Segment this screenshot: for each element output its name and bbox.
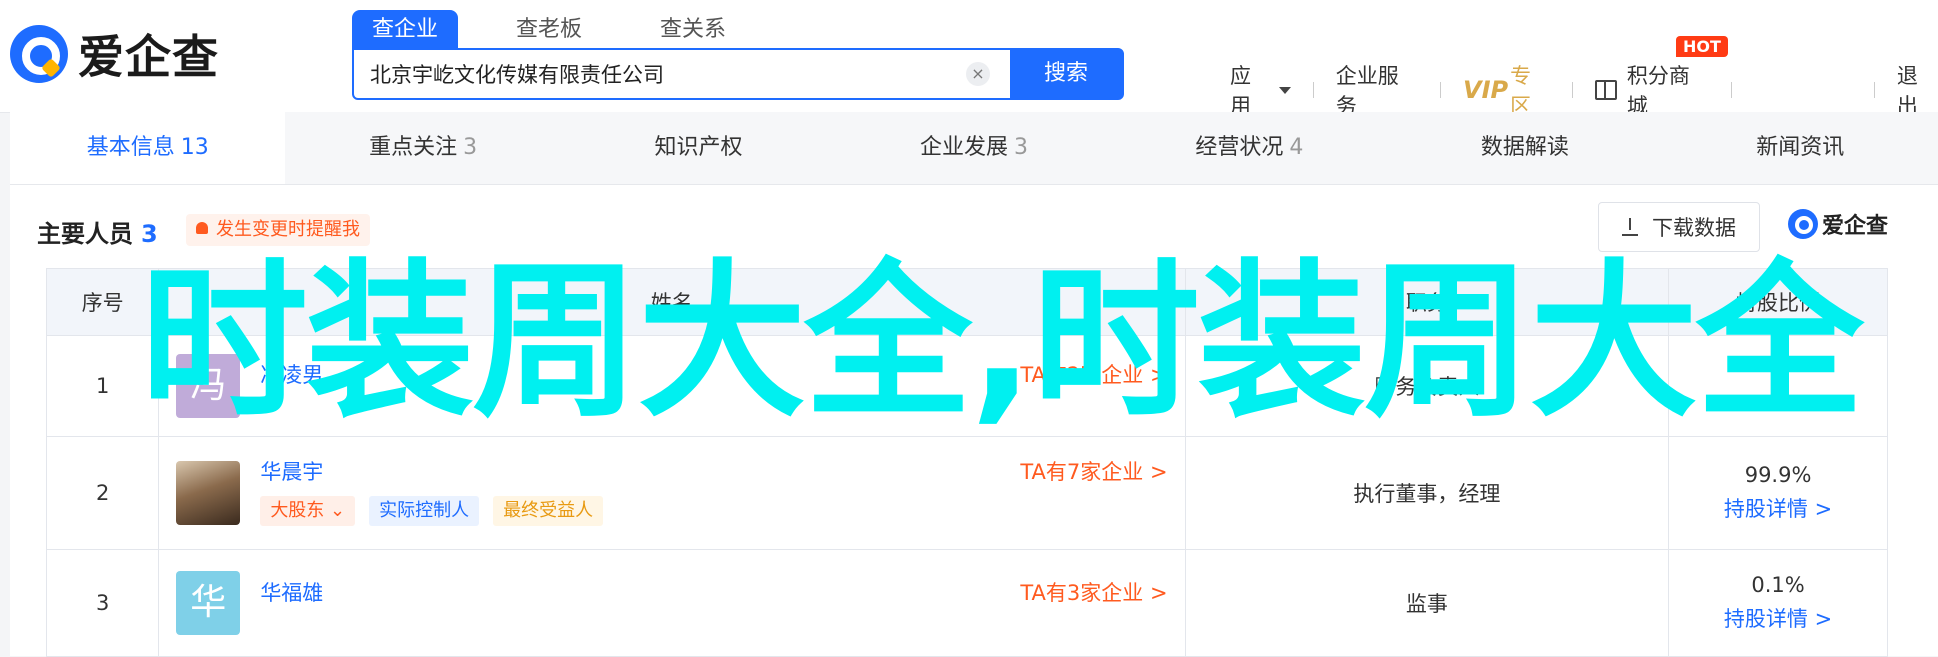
logout-link[interactable]: 退出	[1897, 60, 1938, 120]
share-cell: 99.9% 持股详情 >	[1668, 436, 1888, 550]
tab-data-insight[interactable]: 数据解读	[1387, 112, 1662, 184]
divider	[1572, 82, 1574, 98]
share-detail-link[interactable]: 持股详情 >	[1670, 603, 1886, 633]
brand-name: 爱企查	[78, 30, 219, 84]
divider	[1873, 82, 1875, 98]
search-tab-boss[interactable]: 查老板	[496, 10, 602, 50]
search-button[interactable]: 搜索	[1010, 50, 1122, 98]
person-name[interactable]: 华福雄	[260, 577, 323, 607]
hot-badge: HOT	[1676, 36, 1728, 57]
table-row: 3 华 华福雄 TA有3家企业 > 监事 0.1% 持股详情 >	[45, 549, 1888, 657]
tab-label: 经营状况	[1195, 135, 1284, 160]
section-title-label: 主要人员	[37, 220, 133, 248]
divider	[1440, 82, 1442, 98]
avatar-photo	[176, 461, 241, 525]
share-detail-link[interactable]: 持股详情 >	[1670, 493, 1886, 523]
bell-icon	[196, 222, 208, 234]
gift-icon	[1595, 80, 1617, 100]
logo-mark-icon	[10, 25, 68, 83]
tab-count: 13	[180, 135, 209, 160]
person-name[interactable]: 华晨宇	[260, 456, 323, 486]
tab-label: 数据解读	[1480, 135, 1569, 160]
person-cell: 华 华福雄 TA有3家企业 >	[158, 549, 1186, 657]
tab-label: 企业发展	[919, 135, 1008, 160]
tab-count: 4	[1289, 135, 1304, 160]
tab-operations[interactable]: 经营状况 4	[1112, 112, 1387, 184]
tab-key-focus[interactable]: 重点关注 3	[285, 112, 560, 184]
person-cell: 华晨宇 TA有7家企业 > 大股东 ⌄ 实际控制人 最终受益人	[158, 436, 1186, 550]
clear-icon[interactable]: ×	[966, 62, 990, 86]
search-tab-company[interactable]: 查企业	[352, 10, 459, 50]
points-mall-label: 积分商城	[1626, 64, 1690, 118]
role-cell: 监事	[1184, 549, 1670, 657]
tab-count: 3	[1013, 135, 1028, 160]
related-companies-link[interactable]: TA有3家企业 >	[1020, 577, 1167, 607]
tag-controller: 实际控制人	[369, 496, 480, 526]
vip-label: VIP	[1463, 76, 1509, 104]
nav-apps-label: 应用	[1230, 64, 1251, 118]
nav-vip-zone[interactable]: VIP 专区	[1463, 60, 1550, 120]
info-tabs: 基本信息 13 重点关注 3 知识产权 企业发展 3 经营状况 4 数据解读 新闻资讯	[10, 112, 1938, 185]
vip-zone-label: 专区	[1510, 64, 1532, 118]
search-box: × 搜索	[352, 48, 1124, 100]
tab-label: 重点关注	[369, 135, 458, 160]
table-row: 2 华晨宇 TA有7家企业 > 大股东 ⌄ 实际控制人 最终受益人 执行董事，经…	[45, 436, 1888, 550]
row-index: 2	[45, 436, 160, 550]
top-nav: 应用 企业服务 VIP 专区 积分商城 退出	[1230, 60, 1938, 120]
tab-basic-info[interactable]: 基本信息 13	[10, 112, 286, 184]
tab-label: 新闻资讯	[1756, 135, 1845, 160]
tab-news[interactable]: 新闻资讯	[1663, 112, 1938, 184]
search-tabs: 查企业 查老板 查关系	[352, 10, 784, 50]
section-brand-name: 爱企查	[1822, 214, 1889, 239]
avatar: 华	[176, 571, 241, 635]
search-input[interactable]	[354, 50, 986, 98]
divider	[1730, 82, 1732, 98]
tab-development[interactable]: 企业发展 3	[836, 112, 1111, 184]
nav-enterprise-service[interactable]: 企业服务	[1336, 60, 1418, 120]
share-cell: 0.1% 持股详情 >	[1668, 549, 1888, 657]
tab-count: 3	[463, 135, 478, 160]
row-index: 3	[45, 549, 160, 657]
tag-major-shareholder[interactable]: 大股东 ⌄	[260, 496, 356, 526]
change-alert-button[interactable]: 发生变更时提醒我	[186, 214, 370, 246]
top-bar: 爱企查 查企业 查老板 查关系 × 搜索 应用 企业服务 VIP 专区 积分商城…	[0, 0, 1938, 118]
tab-ip[interactable]: 知识产权	[561, 112, 836, 184]
alert-label: 发生变更时提醒我	[216, 219, 360, 240]
chevron-down-icon	[1278, 86, 1291, 94]
tab-label: 知识产权	[654, 135, 743, 160]
tab-label: 基本信息	[86, 135, 175, 160]
logo-mark-icon	[1788, 209, 1818, 239]
brand-logo[interactable]: 爱企查	[10, 24, 219, 84]
download-label: 下载数据	[1652, 216, 1736, 240]
nav-points-mall[interactable]: 积分商城	[1595, 60, 1709, 120]
section-brand-logo: 爱企查	[1788, 208, 1888, 240]
nav-apps[interactable]: 应用	[1230, 60, 1291, 120]
tag-label: 大股东	[270, 500, 325, 521]
share-value: 0.1%	[1751, 573, 1805, 597]
watermark-overlay-text: 时装周大全,时装周大全	[140, 244, 1864, 440]
download-icon	[1622, 218, 1638, 236]
share-value: 99.9%	[1744, 463, 1812, 487]
search-tab-relation[interactable]: 查关系	[640, 10, 746, 50]
role-cell: 执行董事，经理	[1184, 436, 1670, 550]
person-tags: 大股东 ⌄ 实际控制人 最终受益人	[260, 496, 617, 526]
divider	[1312, 82, 1314, 98]
tag-beneficiary: 最终受益人	[493, 496, 604, 526]
related-companies-link[interactable]: TA有7家企业 >	[1020, 456, 1167, 486]
